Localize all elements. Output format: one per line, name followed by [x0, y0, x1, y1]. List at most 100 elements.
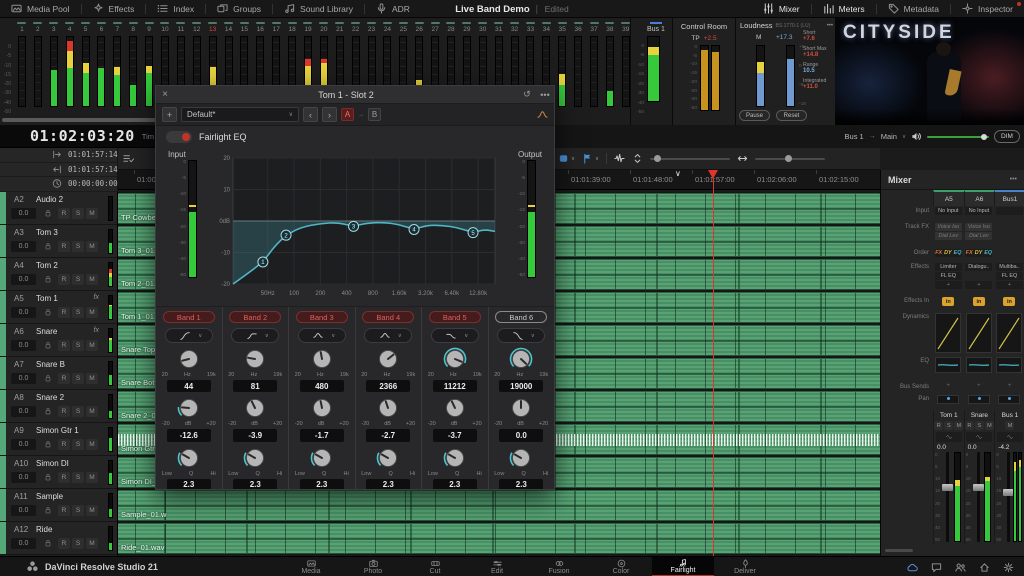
band-shape-select[interactable]: ∨: [431, 328, 479, 342]
q-knob[interactable]: [177, 446, 201, 470]
page-tab-cut[interactable]: Cut: [404, 557, 466, 576]
toolbar-button-metadata[interactable]: Metadata: [877, 0, 950, 17]
cue-out-icon[interactable]: [52, 164, 62, 175]
timeline-marker-chevron[interactable]: ∨: [675, 170, 681, 178]
strip-fader-value[interactable]: 0.0: [965, 444, 995, 451]
strip-fader-value[interactable]: -4.2: [995, 444, 1024, 451]
add-effect-button[interactable]: +: [935, 281, 962, 289]
track-row-a2[interactable]: A2Audio 20.0RSM: [0, 192, 117, 225]
page-tab-edit[interactable]: Edit: [466, 557, 528, 576]
track-m-button[interactable]: M: [86, 241, 98, 252]
timeline-clip-a12[interactable]: Ride_01.wav: [118, 523, 880, 554]
bus-send-add[interactable]: +: [1008, 383, 1012, 389]
bus-send-add[interactable]: +: [947, 383, 951, 389]
timeline-clip-a11[interactable]: Sample_01.w: [118, 490, 880, 521]
track-m-button[interactable]: M: [86, 538, 98, 549]
lock-icon[interactable]: [44, 308, 52, 316]
mixer-column-header-a6[interactable]: A6: [964, 190, 995, 206]
input-select[interactable]: [996, 207, 1023, 215]
toolbar-button-effects[interactable]: Effects: [82, 0, 146, 17]
settings-icon[interactable]: [1003, 562, 1014, 573]
dynamics-graph[interactable]: [996, 313, 1022, 353]
history-icon[interactable]: ↺: [518, 89, 536, 100]
track-r-button[interactable]: R: [58, 373, 70, 384]
toolbar-button-meters[interactable]: Meters: [812, 0, 876, 17]
input-select[interactable]: No Input: [935, 207, 962, 215]
track-row-a4[interactable]: A4Tom 20.0RSM: [0, 258, 117, 291]
band-shape-select[interactable]: ∨: [298, 328, 346, 342]
q-value[interactable]: 2.3: [167, 479, 211, 490]
compare-a-button[interactable]: A: [341, 108, 354, 121]
toolbar-button-groups[interactable]: Groups: [206, 0, 272, 17]
track-m-button[interactable]: M: [86, 307, 98, 318]
track-m-button[interactable]: M: [86, 340, 98, 351]
pan-control[interactable]: [968, 395, 990, 404]
gain-knob[interactable]: [443, 396, 467, 420]
q-knob[interactable]: [310, 446, 334, 470]
toolbar-button-inspector[interactable]: Inspector: [951, 0, 1024, 17]
input-select[interactable]: No Input: [965, 207, 992, 215]
band-shape-select[interactable]: ∨: [165, 328, 213, 342]
gain-value[interactable]: 0.0: [499, 429, 543, 441]
prev-preset-button[interactable]: ‹: [303, 107, 318, 122]
strip-r-button[interactable]: R: [934, 421, 943, 430]
lock-icon[interactable]: [44, 539, 52, 547]
track-m-button[interactable]: M: [86, 505, 98, 516]
automation-curve-button[interactable]: [997, 432, 1023, 442]
track-volume-value[interactable]: 0.0: [11, 439, 36, 450]
eq-mini-graph[interactable]: [996, 357, 1022, 373]
page-tab-color[interactable]: Color: [590, 557, 652, 576]
band-enable-pill[interactable]: Band 6: [495, 311, 547, 323]
reset-button[interactable]: Reset: [776, 110, 807, 121]
effect-chip[interactable]: FL EQ: [935, 272, 962, 280]
q-knob[interactable]: [376, 446, 400, 470]
lock-icon[interactable]: [44, 407, 52, 415]
track-row-a12[interactable]: A12Ride0.0RSM: [0, 522, 117, 555]
lock-icon[interactable]: [44, 473, 52, 481]
band-enable-pill[interactable]: Band 1: [163, 311, 215, 323]
automation-curve-button[interactable]: [966, 432, 992, 442]
q-value[interactable]: 2.3: [499, 479, 543, 490]
compare-b-button[interactable]: B: [368, 108, 381, 121]
page-tab-photo[interactable]: Photo: [342, 557, 404, 576]
track-r-button[interactable]: R: [58, 406, 70, 417]
collab-icon[interactable]: [955, 562, 966, 573]
freq-knob[interactable]: [443, 347, 467, 371]
close-icon[interactable]: ×: [156, 89, 174, 100]
mixer-scrollbar[interactable]: [885, 549, 913, 552]
mixer-column-header-bus1[interactable]: Bus1: [994, 190, 1024, 206]
toolbar-button-index[interactable]: Index: [146, 0, 205, 17]
effect-chip[interactable]: Dialogu..: [965, 263, 992, 271]
track-row-a8[interactable]: A8Snare 20.0RSM: [0, 390, 117, 423]
toolbar-button-adr[interactable]: ADR: [365, 0, 421, 17]
q-knob[interactable]: [443, 446, 467, 470]
lock-icon[interactable]: [44, 275, 52, 283]
home-icon[interactable]: [979, 562, 990, 573]
dots-menu-icon[interactable]: •••: [536, 90, 554, 100]
track-volume-value[interactable]: 0.0: [11, 208, 36, 219]
gain-value[interactable]: -3.7: [433, 429, 477, 441]
track-s-button[interactable]: S: [72, 538, 84, 549]
bus-send-add[interactable]: +: [977, 383, 981, 389]
page-tab-media[interactable]: Media: [280, 557, 342, 576]
gain-value[interactable]: -1.7: [300, 429, 344, 441]
freq-knob[interactable]: [177, 347, 201, 371]
track-volume-value[interactable]: 0.0: [11, 406, 36, 417]
dim-button[interactable]: DIM: [994, 130, 1020, 143]
playhead-handle[interactable]: [708, 170, 718, 179]
slider-handle[interactable]: [785, 155, 792, 162]
track-row-a11[interactable]: A11Sample0.0RSM: [0, 489, 117, 522]
freq-value[interactable]: 11212: [433, 380, 477, 392]
loudness-menu[interactable]: •••: [827, 23, 833, 29]
freq-value[interactable]: 480: [300, 380, 344, 392]
track-s-button[interactable]: S: [72, 340, 84, 351]
gain-value[interactable]: -3.9: [233, 429, 277, 441]
fader-handle[interactable]: [973, 484, 984, 491]
next-preset-button[interactable]: ›: [322, 107, 337, 122]
pan-control[interactable]: [937, 395, 959, 404]
chat-icon[interactable]: [931, 562, 942, 573]
track-s-button[interactable]: S: [72, 373, 84, 384]
track-r-button[interactable]: R: [58, 241, 70, 252]
monitor-dest-select[interactable]: Main: [881, 132, 897, 141]
q-knob[interactable]: [509, 446, 533, 470]
